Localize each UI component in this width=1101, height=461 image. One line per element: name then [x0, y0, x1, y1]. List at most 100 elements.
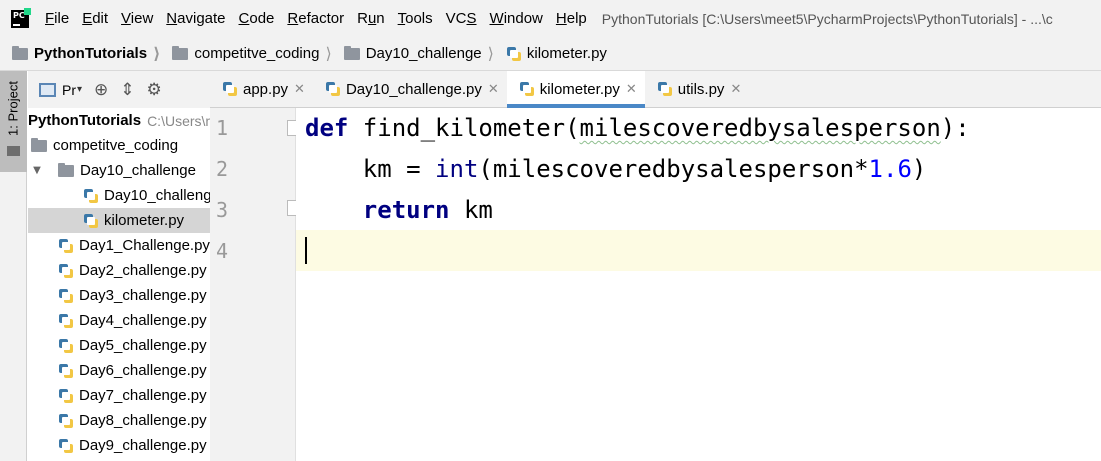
tree-file-day7-challenge-py[interactable]: Day7_challenge.py [28, 383, 210, 408]
tree-file-day9-challenge-py[interactable]: Day9_challenge.py [28, 433, 210, 458]
python-file-icon [58, 363, 74, 379]
menu-run[interactable]: Run [357, 10, 385, 27]
code-text: km [449, 196, 493, 224]
chevron-down-icon[interactable]: ▾ [77, 84, 82, 95]
collapse-all-icon[interactable]: ⇕ [120, 80, 134, 100]
chevron-right-icon: ⟩ [325, 44, 332, 63]
folder-icon [7, 146, 20, 156]
project-view-selector[interactable]: Pr [62, 82, 76, 98]
close-icon[interactable]: ✕ [488, 82, 499, 97]
tree-item-label: Day5_challenge.py [79, 337, 207, 354]
tree-file-day10-challenge-py[interactable]: Day10_challenge.py [28, 183, 210, 208]
menu-window[interactable]: Window [490, 10, 543, 27]
code-text: ): [940, 114, 970, 142]
tree-file-day1-challenge-py[interactable]: Day1_Challenge.py [28, 233, 210, 258]
tree-root[interactable]: PythonTutorials C:\Users\meet5 [28, 108, 210, 133]
breadcrumb: PythonTutorials ⟩ competitve_coding ⟩ Da… [0, 37, 1101, 71]
breadcrumb-label: PythonTutorials [34, 45, 148, 62]
menu-navigate[interactable]: Navigate [166, 10, 225, 27]
tree-item-label: Day9_challenge.py [79, 437, 207, 454]
breadcrumb-day10-challenge[interactable]: Day10_challenge ⟩ [343, 44, 494, 63]
breadcrumb-label: Day10_challenge [365, 45, 482, 62]
chevron-right-icon: ⟩ [153, 44, 161, 63]
close-icon[interactable]: ✕ [626, 82, 637, 97]
tab-label: Day10_challenge.py [345, 80, 482, 98]
breadcrumb-kilometer-py[interactable]: kilometer.py [506, 45, 607, 62]
code-line-2: km = int(milescoveredbysalesperson*1.6) [305, 155, 927, 183]
chevron-down-icon[interactable]: ▼ [30, 165, 44, 176]
code-line-1: def find_kilometer(milescoveredbysalespe… [305, 114, 970, 142]
tree-item-label: Day1_Challenge.py [79, 237, 210, 254]
tree-folder-competitive-coding[interactable]: competitve_coding [28, 133, 210, 158]
tab-kilometer-py[interactable]: kilometer.py ✕ [506, 71, 645, 108]
project-panel-header: Pr ▾ ⊕ ⇕ ⚙ [28, 71, 210, 108]
tree-file-day3-challenge-py[interactable]: Day3_challenge.py [28, 283, 210, 308]
tab-app-py[interactable]: app.py ✕ [210, 71, 313, 107]
python-file-icon [58, 238, 74, 254]
editor-gutter: 1 2 3 4 [210, 108, 301, 461]
tab-utils-py[interactable]: utils.py ✕ [645, 71, 750, 107]
code-parameter: milescoveredbysalesperson [579, 114, 941, 142]
tree-file-day8-challenge-py[interactable]: Day8_challenge.py [28, 408, 210, 433]
python-file-icon [58, 338, 74, 354]
python-file-icon [506, 46, 522, 62]
left-tool-strip: 1: Project [0, 71, 27, 461]
project-tool-window-button[interactable]: 1: Project [0, 71, 27, 172]
python-file-icon [222, 81, 238, 97]
tree-file-day6-challenge-py[interactable]: Day6_challenge.py [28, 358, 210, 383]
menu-code[interactable]: Code [239, 10, 275, 27]
tree-item-label: Day10_challenge.py [104, 187, 210, 204]
text-caret [305, 237, 307, 264]
python-file-icon [83, 188, 99, 204]
python-file-icon [325, 81, 341, 97]
menu-view[interactable]: View [121, 10, 153, 27]
menu-bar: PC File Edit View Navigate Code Refactor… [0, 0, 1101, 37]
tree-file-day4-challenge-py[interactable]: Day4_challenge.py [28, 308, 210, 333]
line-number: 1 [216, 116, 229, 140]
python-file-icon [58, 263, 74, 279]
tree-file-day5-challenge-py[interactable]: Day5_challenge.py [28, 333, 210, 358]
breadcrumb-project[interactable]: PythonTutorials ⟩ [12, 44, 160, 63]
tree-item-label: competitve_coding [53, 137, 179, 154]
tree-item-label: Day7_challenge.py [79, 387, 207, 404]
menu-edit[interactable]: Edit [82, 10, 108, 27]
folder-icon [12, 45, 28, 60]
code-builtin: int [435, 155, 479, 183]
crosshair-locate-icon[interactable]: ⊕ [94, 80, 108, 100]
window-title: PythonTutorials [C:\Users\meet5\PycharmP… [601, 10, 1053, 27]
folder-icon [58, 162, 74, 177]
code-text: (milescoveredbysalesperson* [478, 155, 869, 183]
tree-file-day2-challenge-py[interactable]: Day2_challenge.py [28, 258, 210, 283]
tab-label: utils.py [677, 80, 725, 98]
close-icon[interactable]: ✕ [294, 82, 305, 97]
caret-line-highlight [296, 230, 1101, 271]
editor-tabs: app.py ✕ Day10_challenge.py ✕ kilometer.… [210, 71, 1101, 108]
project-view-icon [39, 82, 56, 97]
menu-tools[interactable]: Tools [398, 10, 433, 27]
tree-file-kilometer-py[interactable]: kilometer.py [28, 208, 210, 233]
chevron-right-icon: ⟩ [487, 44, 494, 63]
breadcrumb-competitive-coding[interactable]: competitve_coding ⟩ [172, 44, 332, 63]
python-file-icon [519, 81, 535, 97]
tree-item-label: Day8_challenge.py [79, 412, 207, 429]
tree-folder-day10-challenge[interactable]: ▼ Day10_challenge [28, 158, 210, 183]
tab-label: app.py [243, 80, 289, 98]
python-file-icon [657, 81, 673, 97]
close-icon[interactable]: ✕ [730, 82, 741, 97]
tree-item-label: Day2_challenge.py [79, 262, 207, 279]
code-editor[interactable]: def find_kilometer(milescoveredbysalespe… [296, 108, 1101, 461]
menu-vcs[interactable]: VCS [446, 10, 477, 27]
menu-refactor[interactable]: Refactor [287, 10, 344, 27]
menu-file[interactable]: File [45, 10, 69, 27]
code-text: find_kilometer( [348, 114, 580, 142]
tab-day10-challenge-py[interactable]: Day10_challenge.py ✕ [313, 71, 507, 107]
python-file-icon [83, 213, 99, 229]
line-number: 3 [216, 198, 229, 222]
menu-help[interactable]: Help [556, 10, 587, 27]
python-file-icon [58, 388, 74, 404]
gear-icon[interactable]: ⚙ [147, 80, 162, 100]
code-keyword: return [362, 196, 450, 224]
code-number: 1.6 [868, 155, 912, 183]
code-line-3: return km [305, 196, 493, 224]
